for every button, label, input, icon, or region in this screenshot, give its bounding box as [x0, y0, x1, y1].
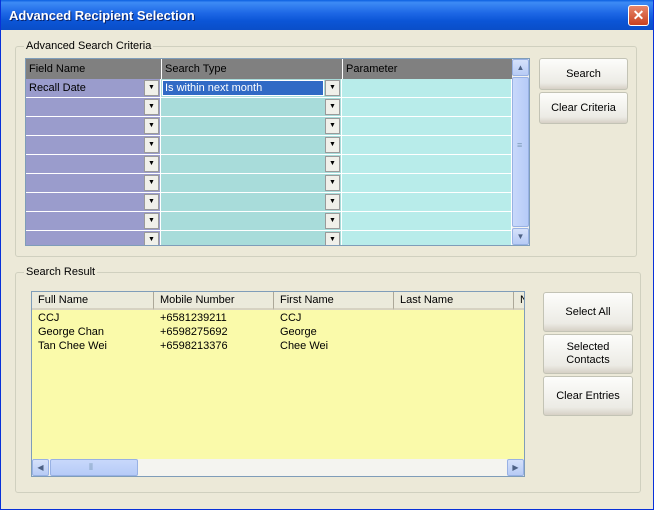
select-all-button[interactable]: Select All: [543, 292, 633, 332]
chevron-down-icon[interactable]: ▼: [144, 156, 159, 172]
chevron-down-icon[interactable]: ▼: [144, 80, 159, 96]
criteria-row[interactable]: Recall Date ▼ Is within next month ▼: [26, 79, 512, 98]
criteria-row[interactable]: ▼ ▼: [26, 212, 512, 231]
mobile-number-value: +6581239211: [160, 312, 227, 324]
search-type-cell[interactable]: ▼: [161, 98, 342, 117]
criteria-grid[interactable]: Field Name Search Type Parameter Recall …: [25, 58, 530, 246]
search-type-cell[interactable]: ▼: [161, 231, 342, 245]
chevron-down-icon[interactable]: ▼: [144, 213, 159, 229]
parameter-cell[interactable]: [342, 98, 512, 117]
criteria-row[interactable]: ▼ ▼: [26, 174, 512, 193]
result-horizontal-scrollbar[interactable]: ◀ ⦀ ▶: [32, 459, 524, 476]
field-name-cell[interactable]: ▼: [26, 155, 161, 174]
first-name-value: CCJ: [280, 312, 302, 324]
column-header-search-type[interactable]: Search Type: [161, 59, 342, 79]
advanced-recipient-selection-window: Advanced Recipient Selection ✕ Advanced …: [0, 0, 654, 510]
result-legend: Search Result: [24, 266, 98, 278]
result-row[interactable]: George Chan +6598275692 George: [32, 326, 524, 340]
mobile-number-value: +6598275692: [160, 326, 228, 338]
field-name-cell[interactable]: ▼: [26, 117, 161, 136]
chevron-down-icon[interactable]: ▼: [325, 137, 340, 153]
column-header-n[interactable]: N: [514, 292, 524, 310]
chevron-down-icon[interactable]: ▼: [325, 99, 340, 115]
chevron-down-icon[interactable]: ▼: [144, 137, 159, 153]
field-name-cell[interactable]: ▼: [26, 193, 161, 212]
search-type-cell[interactable]: ▼: [161, 174, 342, 193]
search-button[interactable]: Search: [539, 58, 628, 90]
chevron-down-icon[interactable]: ▼: [325, 118, 340, 134]
scroll-up-icon[interactable]: ▲: [512, 59, 529, 76]
field-name-value: Recall Date: [29, 82, 86, 94]
field-name-cell[interactable]: ▼: [26, 212, 161, 231]
criteria-row[interactable]: ▼ ▼: [26, 117, 512, 136]
selected-contacts-button[interactable]: Selected Contacts: [543, 334, 633, 374]
search-type-cell[interactable]: ▼: [161, 193, 342, 212]
chevron-down-icon[interactable]: ▼: [325, 175, 340, 191]
field-name-cell[interactable]: ▼: [26, 174, 161, 193]
chevron-down-icon[interactable]: ▼: [144, 118, 159, 134]
full-name-value: George Chan: [38, 326, 105, 338]
chevron-down-icon[interactable]: ▼: [144, 232, 159, 245]
full-name-value: Tan Chee Wei: [38, 340, 107, 352]
scroll-down-icon[interactable]: ▼: [512, 228, 529, 245]
column-header-last-name[interactable]: Last Name: [394, 292, 514, 310]
chevron-down-icon[interactable]: ▼: [144, 194, 159, 210]
parameter-cell[interactable]: [342, 231, 512, 245]
parameter-cell[interactable]: [342, 193, 512, 212]
search-type-cell[interactable]: ▼: [161, 212, 342, 231]
column-header-mobile-number[interactable]: Mobile Number: [154, 292, 274, 310]
scroll-left-icon[interactable]: ◀: [32, 459, 49, 476]
parameter-cell[interactable]: [342, 174, 512, 193]
field-name-cell[interactable]: Recall Date ▼: [26, 79, 161, 98]
criteria-legend: Advanced Search Criteria: [24, 40, 154, 52]
search-type-cell[interactable]: ▼: [161, 136, 342, 155]
column-header-parameter[interactable]: Parameter: [342, 59, 512, 79]
column-header-full-name[interactable]: Full Name: [32, 292, 154, 310]
window-title: Advanced Recipient Selection: [9, 8, 195, 23]
field-name-cell[interactable]: ▼: [26, 231, 161, 245]
first-name-value: George: [280, 326, 317, 338]
parameter-cell[interactable]: [342, 212, 512, 231]
chevron-down-icon[interactable]: ▼: [325, 80, 340, 96]
chevron-down-icon[interactable]: ▼: [325, 232, 340, 245]
field-name-cell[interactable]: ▼: [26, 98, 161, 117]
result-row[interactable]: CCJ +6581239211 CCJ: [32, 312, 524, 326]
field-name-cell[interactable]: ▼: [26, 136, 161, 155]
criteria-row[interactable]: ▼ ▼: [26, 136, 512, 155]
chevron-down-icon[interactable]: ▼: [144, 99, 159, 115]
criteria-row[interactable]: ▼ ▼: [26, 193, 512, 212]
mobile-number-value: +6598213376: [160, 340, 228, 352]
chevron-down-icon[interactable]: ▼: [144, 175, 159, 191]
scroll-right-icon[interactable]: ▶: [507, 459, 524, 476]
search-type-value[interactable]: Is within next month: [162, 80, 324, 96]
column-header-first-name[interactable]: First Name: [274, 292, 394, 310]
search-type-cell[interactable]: ▼: [161, 117, 342, 136]
parameter-cell[interactable]: [342, 155, 512, 174]
result-row[interactable]: Tan Chee Wei +6598213376 Chee Wei: [32, 340, 524, 354]
parameter-cell[interactable]: [342, 136, 512, 155]
chevron-down-icon[interactable]: ▼: [325, 194, 340, 210]
search-result-list[interactable]: Full Name Mobile Number First Name Last …: [31, 291, 525, 477]
first-name-value: Chee Wei: [280, 340, 329, 352]
criteria-row[interactable]: ▼ ▼: [26, 155, 512, 174]
scrollbar-thumb[interactable]: ⦀: [50, 459, 138, 476]
parameter-cell[interactable]: [342, 79, 512, 98]
full-name-value: CCJ: [38, 312, 60, 324]
parameter-cell[interactable]: [342, 117, 512, 136]
chevron-down-icon[interactable]: ▼: [325, 156, 340, 172]
search-type-cell[interactable]: Is within next month ▼: [161, 79, 342, 98]
criteria-vertical-scrollbar[interactable]: ▲ ≡ ▼: [512, 59, 529, 245]
close-icon[interactable]: ✕: [628, 5, 649, 26]
search-type-cell[interactable]: ▼: [161, 155, 342, 174]
criteria-row[interactable]: ▼ ▼: [26, 98, 512, 117]
criteria-row[interactable]: ▼ ▼: [26, 231, 512, 245]
clear-entries-button[interactable]: Clear Entries: [543, 376, 633, 416]
column-header-field-name[interactable]: Field Name: [26, 59, 161, 79]
title-bar[interactable]: Advanced Recipient Selection ✕: [1, 0, 653, 30]
chevron-down-icon[interactable]: ▼: [325, 213, 340, 229]
clear-criteria-button[interactable]: Clear Criteria: [539, 92, 628, 124]
scrollbar-thumb[interactable]: ≡: [512, 77, 529, 227]
